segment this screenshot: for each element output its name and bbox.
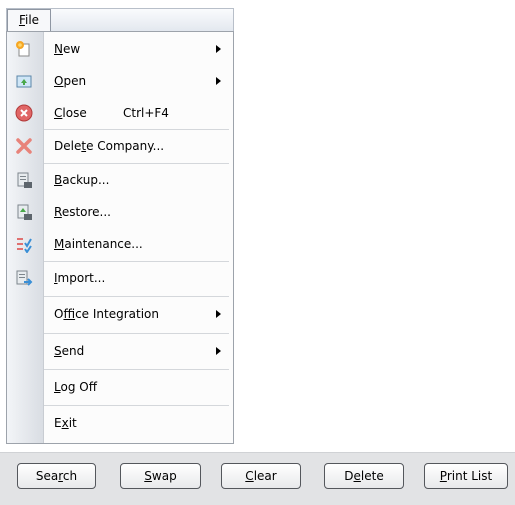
file-menu[interactable]: File [7,9,51,31]
maintenance-icon [17,238,32,253]
menu-item-label: Delete Company... [54,139,165,153]
menu-item-label: Log Off [54,380,97,394]
search-button[interactable]: Search [17,463,96,489]
submenu-arrow-icon [216,310,221,318]
clear-button[interactable]: Clear [221,463,301,489]
restore-icon [17,204,32,220]
menu-item-label: Open [54,74,87,88]
menu-item-label: Maintenance... [54,237,143,251]
new-document-icon [16,41,30,57]
file-menu-label: ile [24,13,40,27]
menu-item-label: Office Integration [54,307,159,321]
menu-item-label: Send [54,344,85,358]
submenu-arrow-icon [216,347,221,355]
menu-item-exit[interactable]: Exit [7,406,233,438]
menu-item-office-integration[interactable]: Office Integration [7,297,233,329]
menu-item-log-off[interactable]: Log Off [7,370,233,402]
button-toolbar: Search Swap Clear Delete Print List [0,452,515,505]
print-list-button[interactable]: Print List [424,463,508,489]
menu-item-label: Exit [54,416,77,430]
menu-item-import[interactable]: Import... [7,262,233,294]
menu-item-label: Close [54,106,87,120]
submenu-arrow-icon [216,77,221,85]
shortcut-label: Ctrl+F4 [123,106,169,120]
menu-item-label: Backup... [54,173,110,187]
delete-button[interactable]: Delete [324,463,404,489]
menu-item-send[interactable]: Send [7,334,233,366]
file-dropdown-menu: New Open Close Ctrl+F4 Delete Company... [6,31,234,444]
delete-x-icon [16,138,32,154]
menu-item-backup[interactable]: Backup... [7,164,233,196]
backup-icon [17,172,32,188]
open-folder-icon [16,75,32,88]
menu-item-maintenance[interactable]: Maintenance... [7,228,233,260]
import-icon [16,270,33,286]
submenu-arrow-icon [216,45,221,53]
close-circle-icon [15,104,33,122]
menu-bar: File [6,8,234,31]
swap-button[interactable]: Swap [120,463,201,489]
menu-item-label: Restore... [54,205,111,219]
menu-item-restore[interactable]: Restore... [7,196,233,228]
menu-item-close[interactable]: Close Ctrl+F4 [7,97,233,129]
menu-item-label: Import... [54,271,106,285]
menu-item-delete-company[interactable]: Delete Company... [7,130,233,162]
menu-item-label: New [54,42,81,56]
menu-item-open[interactable]: Open [7,65,233,97]
menu-item-new[interactable]: New [7,33,233,65]
